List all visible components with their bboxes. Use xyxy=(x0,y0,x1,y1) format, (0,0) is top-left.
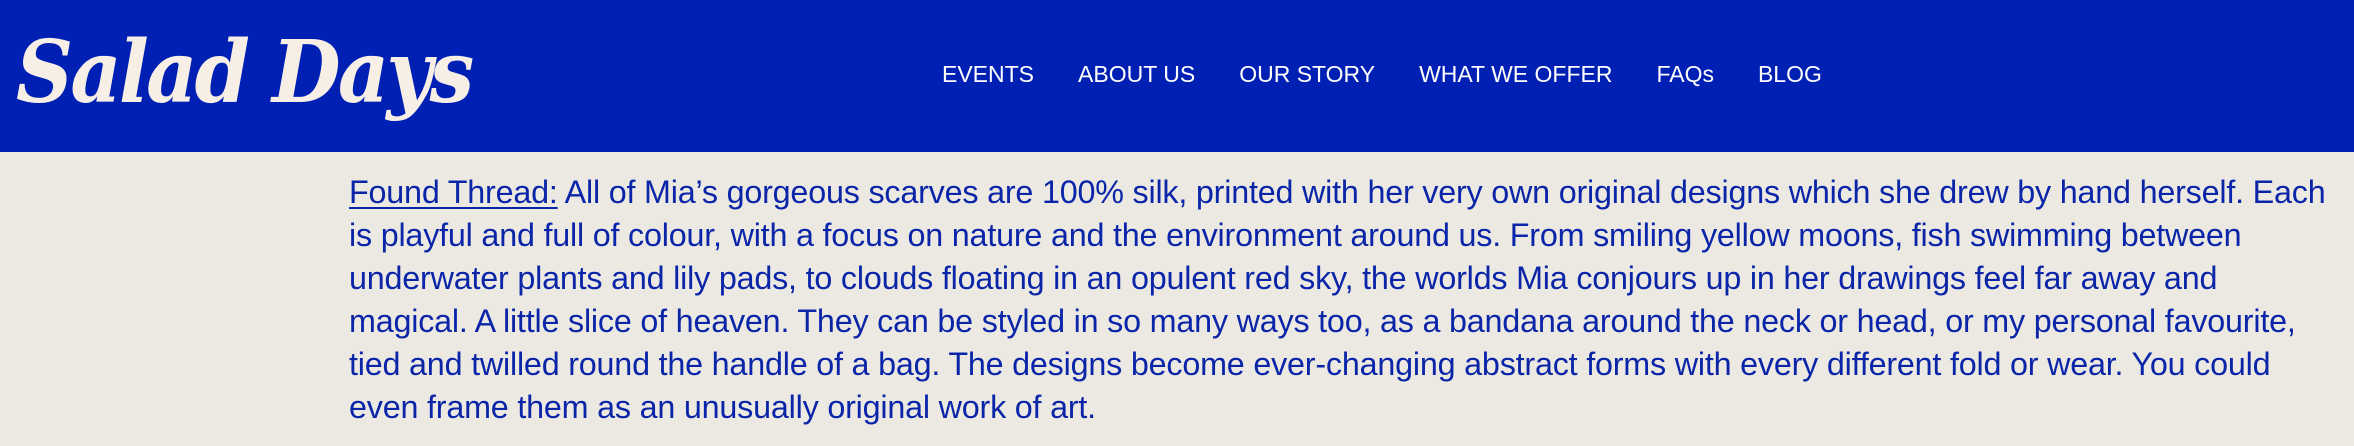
nav-link-our-story[interactable]: OUR STORY xyxy=(1239,56,1375,92)
site-logo[interactable]: Salad Days xyxy=(16,18,474,128)
main-nav: EVENTS ABOUT US OUR STORY WHAT WE OFFER … xyxy=(942,56,1822,92)
found-thread-link[interactable]: Found Thread: xyxy=(349,174,558,210)
nav-link-faqs[interactable]: FAQs xyxy=(1656,56,1714,92)
nav-link-about-us[interactable]: ABOUT US xyxy=(1078,56,1195,92)
site-header: Salad Days EVENTS ABOUT US OUR STORY WHA… xyxy=(0,0,2354,152)
nav-link-blog[interactable]: BLOG xyxy=(1758,56,1822,92)
nav-link-events[interactable]: EVENTS xyxy=(942,56,1034,92)
paragraph-body: All of Mia’s gorgeous scarves are 100% s… xyxy=(349,174,2326,425)
article-paragraph: Found Thread: All of Mia’s gorgeous scar… xyxy=(349,171,2334,429)
nav-link-what-we-offer[interactable]: WHAT WE OFFER xyxy=(1419,56,1612,92)
